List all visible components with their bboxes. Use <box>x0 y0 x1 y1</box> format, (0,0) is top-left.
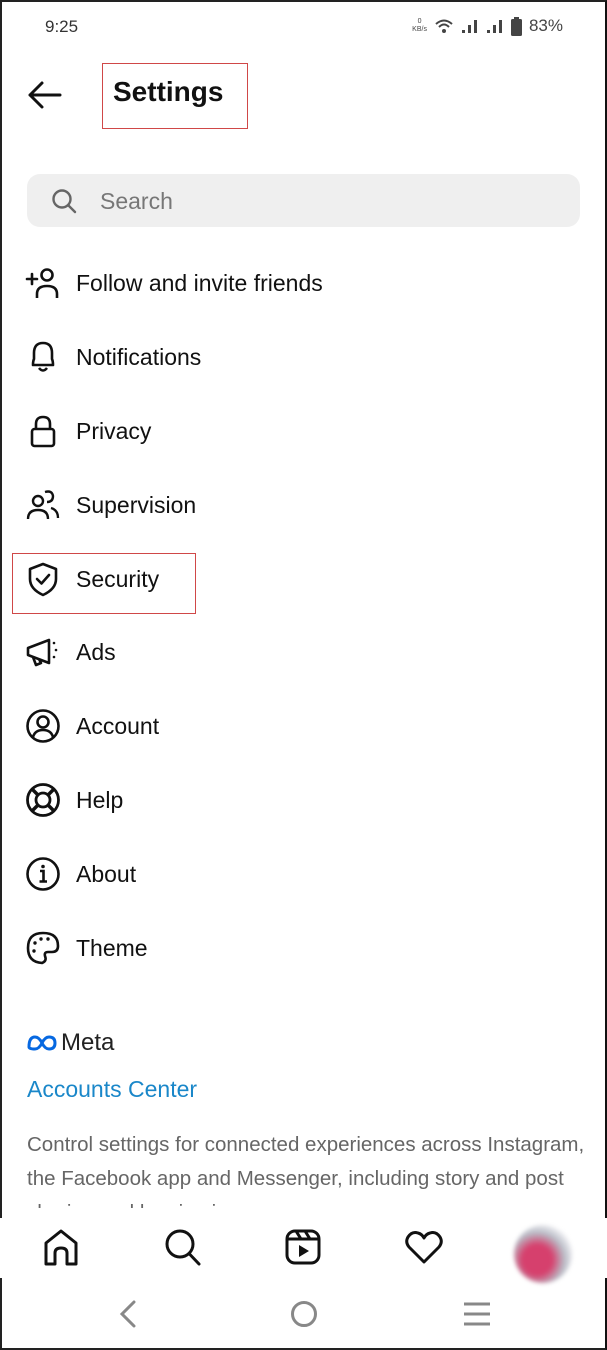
menu-item-label: Notifications <box>76 344 202 370</box>
menu-item-notifications[interactable]: Notifications <box>0 327 607 387</box>
reels-icon[interactable] <box>282 1226 324 1268</box>
bottom-nav <box>0 1218 607 1283</box>
header: Settings <box>0 63 607 129</box>
menu-item-account[interactable]: Account <box>0 696 607 756</box>
arrow-left-icon[interactable] <box>26 79 64 111</box>
search-input[interactable]: Search <box>27 174 580 227</box>
menu-item-about[interactable]: About <box>0 844 607 904</box>
search-placeholder: Search <box>100 188 173 214</box>
highlight-box-settings <box>102 63 248 129</box>
menu-item-label: Help <box>76 787 124 813</box>
menu-item-label: Follow and invite friends <box>76 270 323 296</box>
status-icons: 0 KB/s 83% <box>412 16 563 36</box>
menu-item-follow-invite[interactable]: Follow and invite friends <box>0 253 607 313</box>
system-nav <box>0 1285 607 1345</box>
accounts-center-link[interactable]: Accounts Center <box>27 1076 197 1103</box>
battery-icon <box>510 16 522 36</box>
menu-item-label: Privacy <box>76 418 152 444</box>
status-bar: 9:25 0 KB/s 83% <box>0 14 607 42</box>
battery-percent: 83% <box>528 16 563 35</box>
palette-icon <box>26 931 60 965</box>
heart-icon[interactable] <box>403 1226 445 1268</box>
menu-item-label: About <box>76 861 137 887</box>
meta-logo-icon <box>27 1035 57 1051</box>
bell-icon <box>31 341 55 372</box>
home-icon[interactable] <box>40 1226 82 1268</box>
signal-icon <box>461 20 477 33</box>
menu-item-supervision[interactable]: Supervision <box>0 475 607 535</box>
menu-item-theme[interactable]: Theme <box>0 918 607 978</box>
info-icon <box>26 857 60 891</box>
accounts-center-description: Control settings for connected experienc… <box>27 1133 585 1208</box>
lifebuoy-icon <box>26 783 60 817</box>
status-time: 9:25 <box>45 17 79 36</box>
search-icon[interactable] <box>161 1226 203 1268</box>
user-circle-icon <box>26 709 60 743</box>
people-icon <box>26 490 60 520</box>
net-speed: 0 KB/s <box>412 18 427 33</box>
back-icon[interactable] <box>112 1297 146 1331</box>
menu-item-ads[interactable]: Ads <box>0 622 607 682</box>
wifi-icon <box>435 19 453 33</box>
profile-avatar[interactable] <box>514 1225 572 1283</box>
menu-item-label: Account <box>76 713 160 739</box>
menu-item-privacy[interactable]: Privacy <box>0 401 607 461</box>
meta-brand-text: Meta <box>61 1029 115 1056</box>
meta-brand: Meta <box>26 1029 114 1057</box>
menu-icon[interactable] <box>460 1297 494 1331</box>
megaphone-icon <box>26 638 58 667</box>
menu-item-label: Theme <box>76 935 148 961</box>
add-person-icon <box>25 268 59 298</box>
search-icon <box>52 189 77 214</box>
menu-item-help[interactable]: Help <box>0 770 607 830</box>
lock-icon <box>30 415 56 448</box>
home-circle-icon[interactable] <box>287 1297 321 1331</box>
menu-item-label: Ads <box>76 639 116 665</box>
highlight-box-security <box>12 553 196 614</box>
signal-icon <box>486 20 502 33</box>
menu-item-label: Supervision <box>76 492 197 518</box>
